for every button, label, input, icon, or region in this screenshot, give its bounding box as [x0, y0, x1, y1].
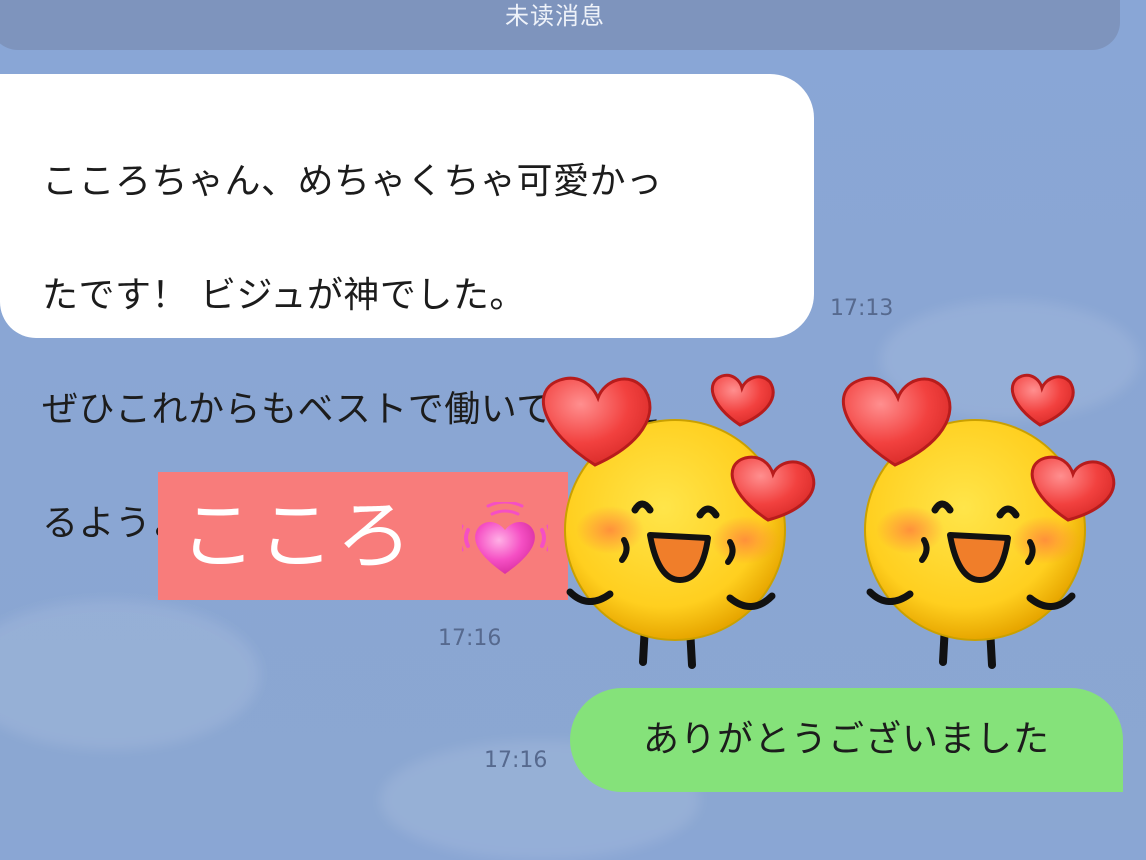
message-timestamp: 17:16	[438, 626, 502, 651]
outgoing-message-bubble[interactable]: ありがとうございました	[570, 688, 1123, 792]
unread-messages-banner: 未读消息	[0, 0, 1120, 50]
name-card-image[interactable]: こころ	[158, 472, 568, 600]
blushing-face-sticker[interactable]	[530, 370, 830, 675]
message-timestamp: 17:13	[830, 296, 894, 321]
incoming-message-line: たです！ ビジュが神でした。	[42, 275, 526, 316]
incoming-message-bubble[interactable]: こころちゃん、めちゃくちゃ可愛かっ たです！ ビジュが神でした。 ぜひこれからも…	[0, 74, 814, 544]
incoming-message-line: こころちゃん、めちゃくちゃ可愛かっ	[42, 161, 663, 202]
blushing-face-sticker[interactable]	[830, 370, 1130, 675]
outgoing-message-text: ありがとうございました	[642, 719, 1050, 760]
background-cloud	[0, 600, 260, 750]
name-card-text: こころ	[180, 491, 414, 580]
message-timestamp: 17:16	[484, 748, 548, 773]
